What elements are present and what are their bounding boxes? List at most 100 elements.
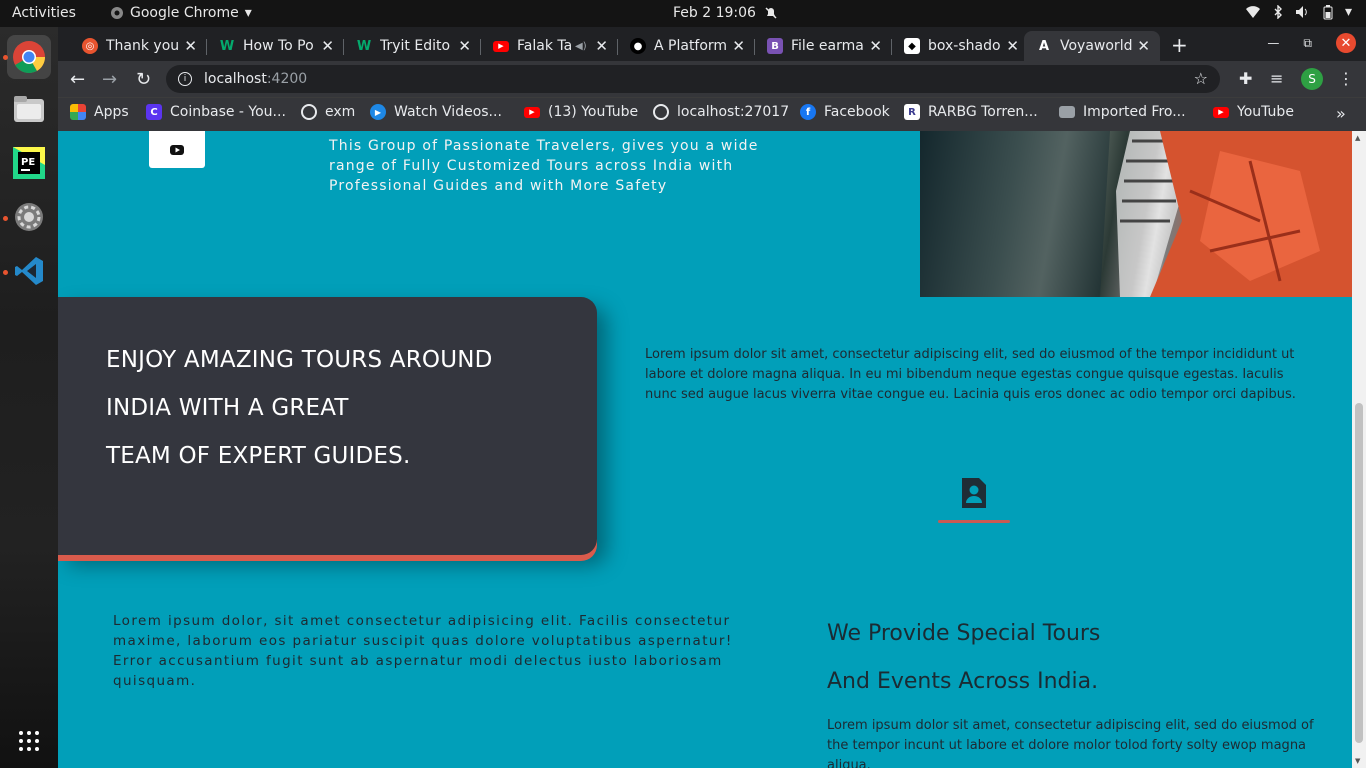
globe-icon [301,104,317,120]
special-heading-line-2: And Events Across India. [827,669,1099,694]
svg-text:PE: PE [21,157,35,168]
bookmark-label: (13) YouTube [548,104,639,120]
browser-chrome: ◎ Thank you ✕ W How To Po ✕ W Tryit Edit… [58,27,1366,131]
bookmark-label: YouTube [1237,104,1294,120]
tab-3[interactable]: ▶ Falak Ta ◀) ✕ [481,31,618,61]
ubuntu-icon: ◎ [82,38,98,54]
tab-label: Voyaworld [1060,38,1133,54]
new-tab-button[interactable]: + [1171,33,1188,57]
bookmark-facebook[interactable]: f Facebook [800,104,890,120]
page-scrollbar[interactable]: ▲ ▼ [1352,131,1366,768]
info-icon[interactable]: i [178,72,192,86]
back-icon[interactable]: ← [70,69,85,90]
dock-vscode[interactable] [7,249,51,293]
app-name: Google Chrome [130,5,239,21]
dock-files[interactable] [7,87,51,131]
bookmark-rarbg[interactable]: R RARBG Torren... [904,104,1038,120]
bookmark-exm[interactable]: exm [301,104,355,120]
tab-1[interactable]: W How To Po ✕ [207,31,344,61]
feature-heading-line-3: TEAM OF EXPERT GUIDES. [106,443,411,469]
bookmark-apps[interactable]: Apps [70,104,129,120]
tab-label: Thank you [106,38,178,54]
scroll-down-icon[interactable]: ▼ [1355,757,1360,765]
backpack-shape [920,131,1352,297]
extensions-icon[interactable]: ✚ [1239,69,1252,88]
close-icon[interactable]: ✕ [1006,37,1019,55]
github-icon: ● [630,38,646,54]
w3schools-icon: W [356,38,372,54]
maximize-icon[interactable]: ⧉ [1303,36,1312,51]
special-heading-line-1: We Provide Special Tours [827,621,1101,646]
clock[interactable]: Feb 2 19:06 [673,5,778,21]
forward-icon[interactable]: → [102,69,117,90]
bluetooth-icon [1274,5,1282,19]
coinbase-icon: C [146,104,162,120]
bookmark-star-icon[interactable]: ☆ [1194,69,1208,88]
close-icon[interactable]: ✕ [321,37,334,55]
apps-grid-icon [19,731,39,751]
icon-underline [938,520,1010,523]
system-tray[interactable]: ▾ [1245,4,1352,20]
close-icon[interactable]: ✕ [1137,37,1150,55]
youtube-social-card[interactable] [149,131,205,168]
youtube-icon: ▶ [493,40,509,52]
bookmark-watch-videos[interactable]: ▶ Watch Videos... [370,104,502,120]
tab-0[interactable]: ◎ Thank you ✕ [70,31,207,61]
tab-6[interactable]: ◆ box-shado ✕ [892,31,1029,61]
dock-chrome[interactable] [7,35,51,79]
media-controls-icon[interactable]: ≡ [1270,69,1283,88]
bookmark-youtube-13[interactable]: ▶ (13) YouTube [524,104,638,120]
app-menu[interactable]: Google Chrome ▾ [110,5,252,21]
page-viewport: This Group of Passionate Travelers, give… [58,131,1352,768]
show-applications[interactable] [7,719,51,763]
tab-7-active[interactable]: A Voyaworld ✕ [1024,31,1160,61]
feature-heading-line-2: INDIA WITH A GREAT [106,395,349,421]
bookmarks-overflow-icon[interactable]: » [1336,104,1346,123]
chrome-small-icon [111,7,123,19]
lorem-paragraph: Lorem ipsum dolor, sit amet consectetur … [113,613,733,689]
tab-strip: ◎ Thank you ✕ W How To Po ✕ W Tryit Edit… [58,27,1366,61]
tab-label: Falak Ta [517,38,573,54]
tab-5[interactable]: B File earma ✕ [755,31,892,61]
angular-icon: A [1038,38,1050,54]
tab-4[interactable]: ● A Platform ✕ [618,31,755,61]
close-icon[interactable]: ✕ [732,37,745,55]
reload-icon[interactable]: ↻ [136,69,151,90]
vscode-icon [15,257,43,285]
close-icon[interactable]: ✕ [184,37,197,55]
close-icon[interactable]: ✕ [869,37,882,55]
bookmark-localhost-27017[interactable]: localhost:27017 [653,104,789,120]
close-icon[interactable]: ✕ [458,37,471,55]
close-icon[interactable]: ✕ [595,37,608,55]
tab-label: Tryit Edito [380,38,451,54]
speaker-icon[interactable]: ◀) [575,41,587,52]
dock: PE [0,27,58,768]
tab-2[interactable]: W Tryit Edito ✕ [344,31,481,61]
tab-label: File earma [791,38,863,54]
codepen-icon: ◆ [904,38,920,54]
play-icon: ▶ [370,104,386,120]
window-close-icon[interactable]: ✕ [1336,33,1356,53]
menu-kebab-icon[interactable]: ⋮ [1338,69,1354,88]
dock-pycharm[interactable]: PE [7,141,51,185]
dock-settings[interactable] [7,195,51,239]
description-paragraph: Lorem ipsum dolor sit amet, consectetur … [645,347,1296,402]
clock-text: Feb 2 19:06 [673,5,756,21]
url-port: :4200 [266,71,308,87]
bookmark-imported[interactable]: Imported Fro... [1059,104,1186,120]
gear-icon [15,203,43,231]
activities-button[interactable]: Activities [12,5,76,21]
bookmark-label: Apps [94,104,129,120]
scroll-up-icon[interactable]: ▲ [1355,134,1360,142]
facebook-icon: f [800,104,816,120]
address-bar[interactable]: i localhost:4200 ☆ [166,65,1220,93]
scrollbar-thumb[interactable] [1355,403,1363,743]
tab-label: How To Po [243,38,314,54]
minimize-icon[interactable]: — [1267,36,1279,50]
bookmarks-bar: Apps C Coinbase - You... exm ▶ Watch Vid… [58,97,1366,131]
bookmark-youtube[interactable]: ▶ YouTube [1213,104,1294,120]
bookmark-coinbase[interactable]: C Coinbase - You... [146,104,286,120]
chevron-down-icon: ▾ [244,5,252,21]
youtube-icon: ▶ [1213,106,1229,118]
profile-avatar[interactable]: S [1301,68,1323,90]
